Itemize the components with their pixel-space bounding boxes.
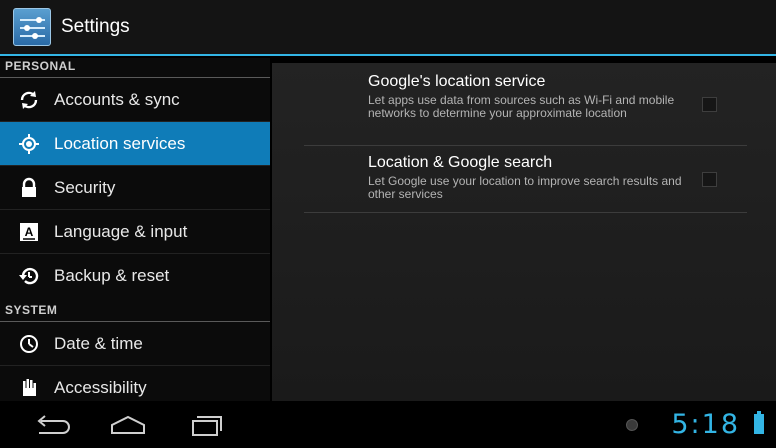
battery-icon[interactable] <box>754 411 764 434</box>
status-clock[interactable]: 5:18 <box>671 409 740 440</box>
sidebar-item-accessibility[interactable]: Accessibility <box>0 366 270 401</box>
action-bar: Settings <box>0 0 776 56</box>
sidebar-item-security[interactable]: Security <box>0 166 270 210</box>
settings-app-icon[interactable] <box>13 8 51 46</box>
back-icon <box>37 415 70 434</box>
sidebar-item-label: Accounts & sync <box>54 89 180 109</box>
clock-icon <box>18 333 40 355</box>
settings-sidebar: PERSONAL Accounts & sync Location servic… <box>0 58 270 401</box>
home-icon <box>111 415 145 434</box>
hand-icon <box>18 377 40 399</box>
pref-location-google-search[interactable]: Location & Google search Let Google use … <box>304 154 747 213</box>
back-button[interactable] <box>32 411 74 439</box>
section-header-personal: PERSONAL <box>0 58 270 78</box>
svg-text:A: A <box>25 225 34 239</box>
lock-icon <box>18 177 40 199</box>
sidebar-item-language-input[interactable]: A Language & input <box>0 210 270 254</box>
sidebar-item-date-time[interactable]: Date & time <box>0 322 270 366</box>
backup-icon <box>18 265 40 287</box>
sync-icon <box>18 89 40 111</box>
sidebar-item-label: Date & time <box>54 333 143 353</box>
pref-summary: Let Google use your location to improve … <box>368 174 682 201</box>
sidebar-item-label: Location services <box>54 133 186 153</box>
location-settings-pane: Google's location service Let apps use d… <box>272 63 776 401</box>
recent-apps-button[interactable] <box>186 411 228 439</box>
page-title: Settings <box>61 16 130 37</box>
sidebar-item-accounts-sync[interactable]: Accounts & sync <box>0 78 270 122</box>
recent-apps-icon <box>192 416 222 436</box>
google-location-checkbox[interactable] <box>702 97 717 112</box>
pref-google-location-service[interactable]: Google's location service Let apps use d… <box>304 73 747 146</box>
pref-title: Google's location service <box>368 73 546 90</box>
pref-summary: Let apps use data from sources such as W… <box>368 93 675 120</box>
sidebar-item-label: Language & input <box>54 221 188 241</box>
sidebar-item-label: Security <box>54 177 116 197</box>
sidebar-item-label: Accessibility <box>54 377 147 397</box>
location-icon <box>18 133 40 155</box>
home-button[interactable] <box>106 411 150 439</box>
location-search-checkbox[interactable] <box>702 172 717 187</box>
section-header-system: SYSTEM <box>0 298 270 322</box>
system-nav-bar: 5:18 <box>0 401 776 448</box>
sidebar-item-location-services[interactable]: Location services <box>0 122 270 166</box>
keyboard-icon: A <box>18 221 40 243</box>
notification-dot-icon[interactable] <box>626 419 638 431</box>
sidebar-item-backup-reset[interactable]: Backup & reset <box>0 254 270 298</box>
pref-title: Location & Google search <box>368 154 553 171</box>
sidebar-item-label: Backup & reset <box>54 266 170 285</box>
